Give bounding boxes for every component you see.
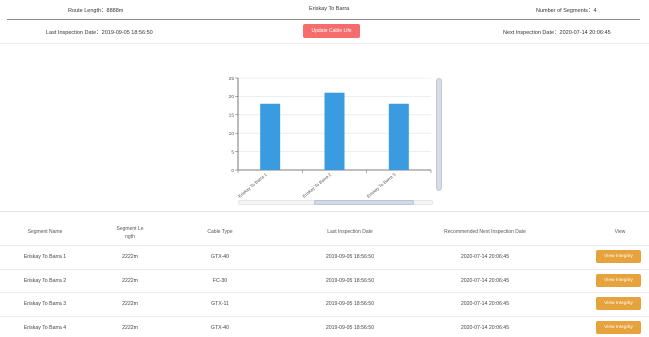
cell-cable-type: GTX-11 xyxy=(211,301,229,307)
table-row-divider xyxy=(0,268,649,270)
cell-next-inspection: 2020-07-14 20:06:45 xyxy=(460,254,510,260)
y-tick-label: 0 xyxy=(231,168,234,174)
cell-segment-name: Eriskay To Barra 1 xyxy=(23,254,67,260)
view-integrity-button[interactable]: View Integrity xyxy=(596,250,641,263)
cell-last-inspection: 2019-09-05 18:56:50 xyxy=(325,301,375,307)
cell-last-inspection: 2019-09-05 18:56:50 xyxy=(325,277,375,284)
col-header-cable-type: Cable Type xyxy=(207,229,233,235)
segments-count: Number of Segments：4 xyxy=(536,8,597,14)
cell-next-inspection: 2020-07-14 20:06:45 xyxy=(460,301,510,307)
col-header-segment-name: Segment Name xyxy=(27,229,63,235)
cell-segment-length: 2222m xyxy=(122,324,138,331)
route-length: Route Length：8888m xyxy=(68,8,124,14)
col-header-view: View xyxy=(614,229,626,235)
y-tick-label: 10 xyxy=(229,131,235,137)
y-tick-label: 5 xyxy=(231,149,234,155)
chart-bar xyxy=(260,103,281,170)
cell-segment-length: 2222m xyxy=(122,277,138,284)
cell-segment-name: Eriskay To Barra 4 xyxy=(23,324,67,331)
y-tick-label: 20 xyxy=(229,94,235,100)
cell-cable-type: GTX-40 xyxy=(210,324,230,331)
view-integrity-button[interactable]: View Integrity xyxy=(596,320,641,334)
cell-segment-name: Eriskay To Barra 3 xyxy=(23,301,67,307)
cell-next-inspection: 2020-07-14 20:06:45 xyxy=(460,324,510,331)
view-integrity-button[interactable]: View Integrity xyxy=(596,297,641,310)
cell-cable-type: GTX-40 xyxy=(210,254,230,260)
col-header-segment-length-line1: Segment Le xyxy=(116,226,144,232)
chart-horizontal-scroll-thumb[interactable] xyxy=(314,200,414,205)
table-row-divider xyxy=(0,245,649,246)
chart-vertical-scrollbar[interactable] xyxy=(436,78,442,191)
route-name: Eriskay To Barra xyxy=(309,6,350,12)
segment-chart: 0 5 10 15 20 25 Eriskay To Barra 1 Eriskay To B… xyxy=(224,74,446,208)
chart-bar xyxy=(388,103,409,170)
view-integrity-button[interactable]: View Integrity xyxy=(596,273,641,287)
last-inspection-date: Last Inspection Date：2019-09-05 18:56:50 xyxy=(46,30,153,36)
col-header-next-inspection: Recommended Next Inspection Date xyxy=(444,229,526,235)
update-cable-life-button[interactable]: Update Cable Life xyxy=(303,24,360,38)
cell-segment-length: 2222m xyxy=(122,254,138,260)
cell-last-inspection: 2019-09-05 18:56:50 xyxy=(325,324,375,331)
table-top-divider xyxy=(0,211,649,212)
cell-last-inspection: 2019-09-05 18:56:50 xyxy=(325,254,375,260)
cell-next-inspection: 2020-07-14 20:06:45 xyxy=(460,277,510,284)
cell-cable-type: FC-30 xyxy=(212,277,228,284)
table-row-divider xyxy=(0,292,649,293)
header-divider xyxy=(7,18,640,20)
x-tick-label: Eriskay To Barra 2 xyxy=(302,172,333,198)
col-header-segment-length: Segment Le ngth xyxy=(110,225,150,241)
y-tick-label: 25 xyxy=(229,76,235,82)
chart-bar xyxy=(324,92,345,170)
col-header-last-inspection: Last Inspection Date xyxy=(327,229,373,235)
header-bottom-divider xyxy=(0,43,649,44)
y-tick-label: 15 xyxy=(229,113,235,119)
bar-chart-svg: 0 5 10 15 20 25 Eriskay To Barra 1 Eriskay To B… xyxy=(229,76,432,198)
col-header-segment-length-line2: ngth xyxy=(125,234,135,240)
cell-segment-length: 2222m xyxy=(122,301,138,307)
x-tick-label: Eriskay To Barra 1 xyxy=(237,172,268,198)
x-tick-label: Eriskay To Barra 3 xyxy=(366,172,397,198)
next-inspection-date: Next Inspection Date：2020-07-14 20:06:45 xyxy=(503,30,611,36)
cell-segment-name: Eriskay To Barra 2 xyxy=(23,277,67,284)
table-row-divider xyxy=(0,315,649,317)
